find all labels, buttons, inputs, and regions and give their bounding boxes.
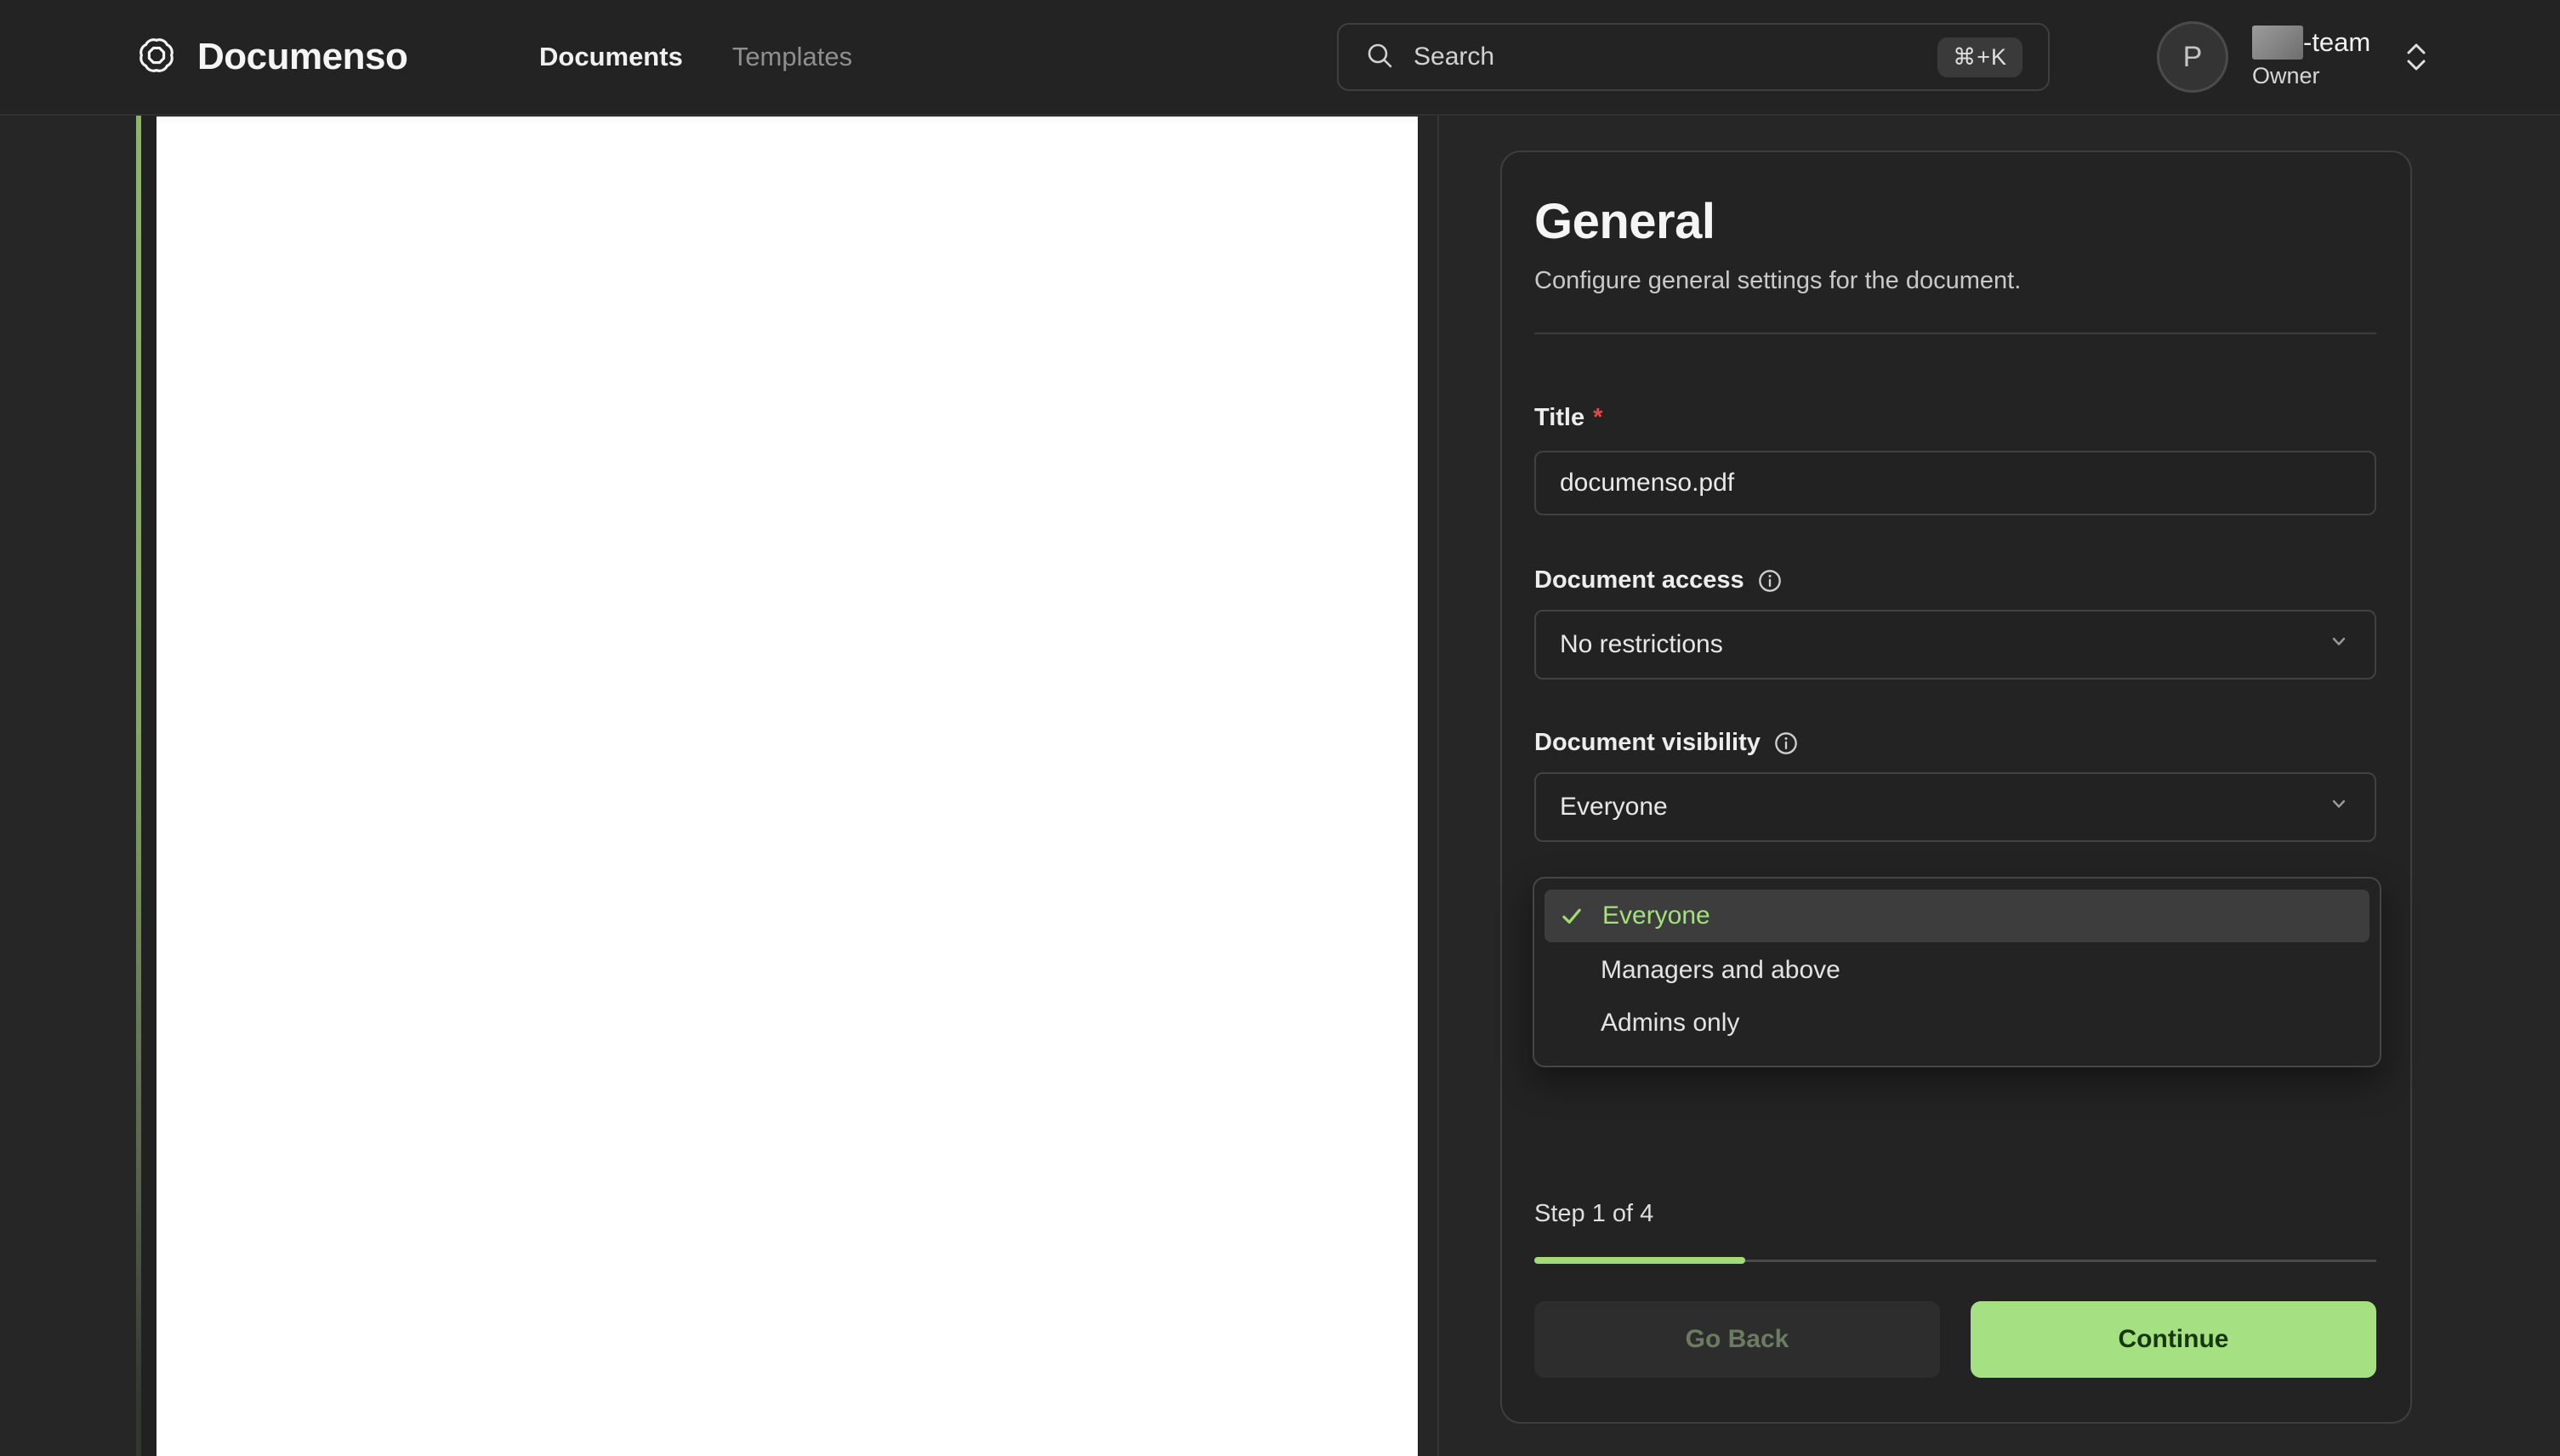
option-label: Admins only bbox=[1601, 1009, 1740, 1037]
content-separator bbox=[1437, 116, 1439, 1456]
required-asterisk: * bbox=[1593, 404, 1603, 431]
document-access-label: Document access bbox=[1534, 566, 2376, 594]
progress-bar bbox=[1534, 1257, 2376, 1264]
avatar[interactable]: P bbox=[2157, 21, 2228, 93]
search-shortcut-badge: ⌘+K bbox=[1937, 37, 2022, 77]
brand-logo[interactable]: Documenso bbox=[133, 0, 408, 114]
visibility-dropdown-menu: Everyone Managers and above Admins only bbox=[1533, 877, 2381, 1067]
step-indicator: Step 1 of 4 bbox=[1534, 1200, 1654, 1227]
team-name-suffix: -team bbox=[2303, 26, 2371, 57]
document-access-label-text: Document access bbox=[1534, 566, 1744, 594]
brand-name: Documenso bbox=[197, 36, 408, 77]
progress-fill bbox=[1534, 1257, 1745, 1264]
option-label: Everyone bbox=[1602, 901, 1710, 930]
team-info: -team Owner bbox=[2252, 25, 2371, 89]
app-root: Documenso Documents Templates Search ⌘+K… bbox=[0, 0, 2560, 1456]
info-icon[interactable] bbox=[1758, 569, 1782, 593]
team-role: Owner bbox=[2252, 62, 2320, 88]
page-title: General bbox=[1534, 194, 1715, 249]
panel-footer: Step 1 of 4 Go Back Continue bbox=[1534, 1200, 2376, 1378]
panel-divider bbox=[1534, 333, 2376, 334]
title-field-label: Title * bbox=[1534, 404, 2376, 432]
nav-link-documents[interactable]: Documents bbox=[539, 42, 683, 72]
chevron-down-icon bbox=[2327, 792, 2351, 822]
dropdown-option-admins[interactable]: Admins only bbox=[1545, 998, 2369, 1048]
document-access-select[interactable]: No restrictions bbox=[1534, 610, 2376, 680]
title-input-value: documenso.pdf bbox=[1560, 469, 1735, 497]
continue-button[interactable]: Continue bbox=[1971, 1301, 2376, 1378]
document-visibility-label-text: Document visibility bbox=[1534, 729, 1761, 756]
chevrons-up-down-icon[interactable] bbox=[2399, 37, 2433, 77]
document-visibility-label: Document visibility bbox=[1534, 729, 2376, 757]
top-navbar: Documenso Documents Templates Search ⌘+K… bbox=[0, 0, 2560, 116]
search-input[interactable]: Search ⌘+K bbox=[1337, 23, 2050, 91]
dropdown-option-everyone[interactable]: Everyone bbox=[1545, 890, 2369, 942]
document-gutter bbox=[141, 116, 156, 1456]
team-name-redacted bbox=[2252, 25, 2303, 60]
document-scroll-indicator bbox=[136, 116, 141, 1456]
check-icon bbox=[1558, 902, 1585, 930]
team-switcher[interactable]: P -team Owner bbox=[2157, 0, 2433, 114]
search-placeholder: Search bbox=[1414, 43, 1495, 71]
search-icon bbox=[1364, 40, 1395, 75]
document-visibility-value: Everyone bbox=[1560, 793, 1668, 821]
title-label-text: Title bbox=[1534, 404, 1585, 431]
info-icon[interactable] bbox=[1774, 731, 1798, 755]
documenso-seal-icon bbox=[133, 31, 180, 83]
nav-link-templates[interactable]: Templates bbox=[732, 42, 852, 72]
document-access-value: No restrictions bbox=[1560, 630, 1723, 658]
team-name-row: -team bbox=[2252, 25, 2371, 60]
general-settings-panel: General Configure general settings for t… bbox=[1500, 151, 2412, 1424]
panel-subtitle: Configure general settings for the docum… bbox=[1534, 267, 2022, 294]
chevron-down-icon bbox=[2327, 629, 2351, 660]
action-buttons: Go Back Continue bbox=[1534, 1301, 2376, 1378]
dropdown-option-managers[interactable]: Managers and above bbox=[1545, 946, 2369, 995]
option-label: Managers and above bbox=[1601, 956, 1840, 984]
pdf-page bbox=[156, 117, 1418, 1456]
main-nav: Documents Templates bbox=[539, 0, 852, 114]
title-input[interactable]: documenso.pdf bbox=[1534, 451, 2376, 515]
go-back-button[interactable]: Go Back bbox=[1534, 1301, 1940, 1378]
document-visibility-select[interactable]: Everyone bbox=[1534, 772, 2376, 842]
